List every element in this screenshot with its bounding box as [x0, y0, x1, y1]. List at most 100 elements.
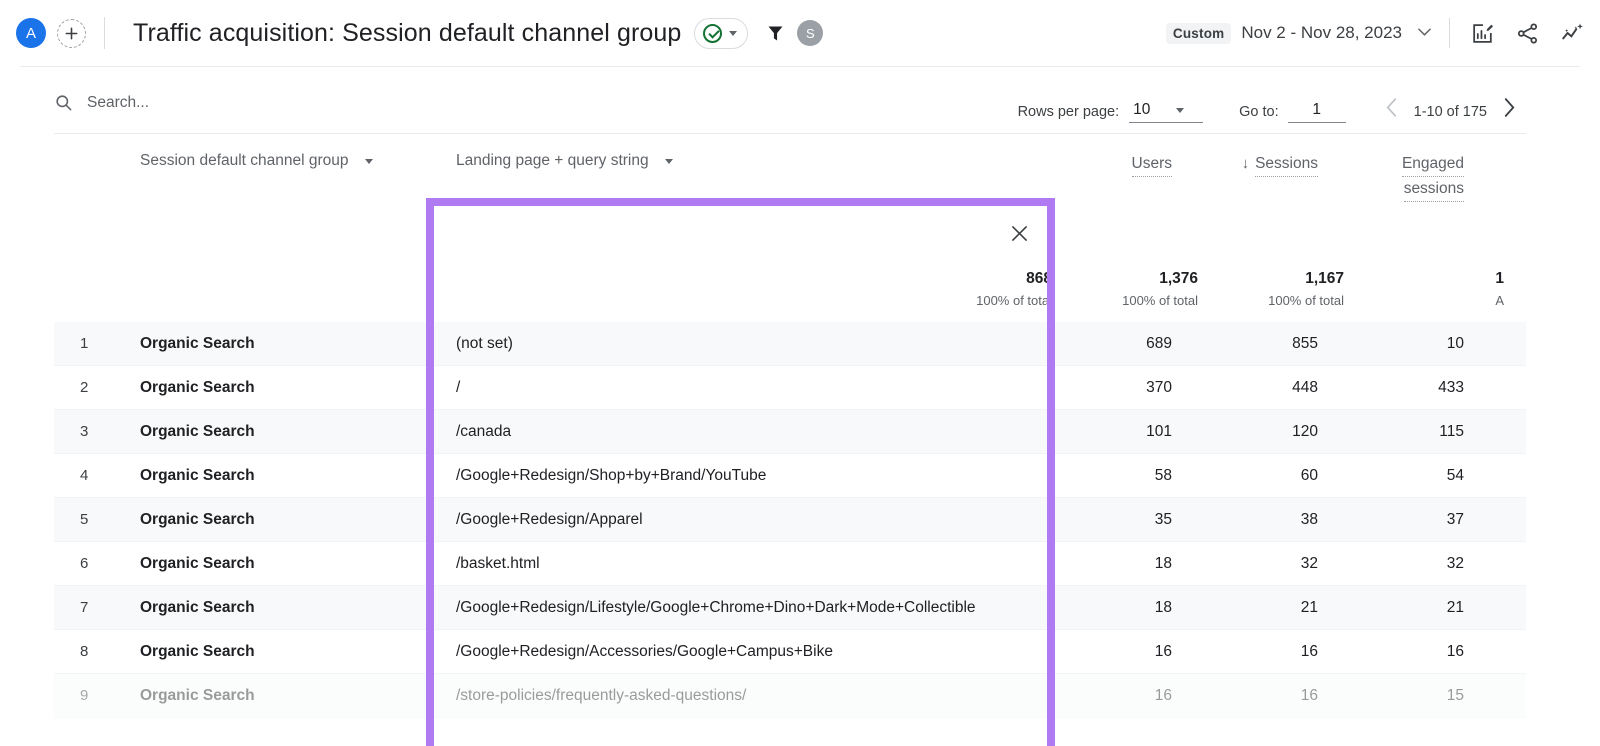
- previous-page-button[interactable]: [1376, 91, 1408, 123]
- cell-engaged-sessions: 10: [1446, 334, 1464, 352]
- total-value: 868: [1026, 270, 1052, 287]
- sort-descending-icon: ↓: [1241, 155, 1250, 172]
- report-content: Search... Rows per page: 10 Go to: 1 1-1…: [20, 66, 1580, 746]
- check-circle-icon: [703, 23, 723, 43]
- cell-users: 370: [1146, 378, 1172, 396]
- table-header-row: Session default channel group Landing pa…: [54, 134, 1526, 322]
- cell-users: 18: [1154, 554, 1172, 572]
- table-row[interactable]: 5 Organic Search/Google+Redesign/Apparel 3…: [54, 498, 1526, 542]
- cell-channel-group: Organic Search: [140, 598, 255, 616]
- cell-users: 35: [1154, 510, 1172, 528]
- page-range-label: 1-10 of 175: [1413, 104, 1487, 120]
- cell-landing-page: /: [456, 378, 461, 396]
- header-divider: [104, 17, 105, 49]
- date-range-label[interactable]: Nov 2 - Nov 28, 2023: [1241, 23, 1402, 43]
- search-icon: [56, 95, 72, 111]
- total-subtext: 100% of total: [976, 293, 1052, 308]
- cell-avg-engagement-time: 1: [1486, 467, 1526, 485]
- share-icon[interactable]: [1515, 21, 1540, 46]
- go-to-label: Go to:: [1239, 104, 1279, 120]
- total-subtext: A: [1495, 293, 1504, 308]
- table-row[interactable]: 2 Organic Search / 370 448 433 1: [54, 366, 1526, 410]
- cell-engaged-sessions: 115: [1439, 422, 1464, 440]
- total-value: 1,167: [1305, 270, 1344, 287]
- rows-per-page-value: 10: [1133, 101, 1151, 118]
- cell-landing-page: /Google+Redesign/Apparel: [456, 510, 643, 528]
- cell-engaged-sessions: 21: [1446, 598, 1464, 616]
- page-title: Traffic acquisition: Session default cha…: [133, 18, 682, 47]
- cell-avg-engagement-time: 1: [1486, 379, 1526, 397]
- total-engaged-sessions: 1,167 100% of total: [1220, 270, 1366, 308]
- cell-channel-group: Organic Search: [140, 510, 255, 528]
- validation-status-button[interactable]: [694, 17, 749, 49]
- rows-per-page-select[interactable]: 10: [1129, 101, 1204, 123]
- row-index: 8: [80, 643, 89, 660]
- add-comparison-button[interactable]: [57, 18, 86, 48]
- cell-engaged-sessions: 16: [1446, 642, 1464, 660]
- segment-avatar[interactable]: S: [797, 20, 824, 46]
- total-sessions: 1,376 100% of total: [1074, 270, 1220, 308]
- date-range-chevron-down-icon[interactable]: [1418, 24, 1431, 42]
- column-label: Sessions: [1255, 152, 1318, 177]
- total-value: 1,376: [1159, 270, 1198, 287]
- cell-channel-group: Organic Search: [140, 334, 255, 352]
- row-index: 2: [80, 379, 89, 396]
- table-row[interactable]: 8 Organic Search/Google+Redesign/Accessor…: [54, 630, 1526, 674]
- edit-chart-icon[interactable]: [1470, 21, 1495, 46]
- table-row[interactable]: 9 Organic Search/store-policies/frequentl…: [54, 674, 1526, 718]
- cell-users: 18: [1154, 598, 1172, 616]
- cell-sessions: 855: [1292, 334, 1318, 352]
- totals-row: 868 100% of total 1,376 100% of total 1,…: [54, 270, 1526, 308]
- cell-users: 58: [1154, 466, 1172, 484]
- cell-engaged-sessions: 32: [1446, 554, 1464, 572]
- insights-sparkle-icon[interactable]: [1560, 20, 1586, 46]
- filter-funnel-icon[interactable]: [765, 23, 786, 44]
- cell-sessions: 16: [1300, 642, 1318, 660]
- cell-channel-group: Organic Search: [140, 466, 255, 484]
- row-index: 9: [80, 687, 89, 704]
- close-icon: [1012, 226, 1027, 241]
- cell-landing-page: /Google+Redesign/Shop+by+Brand/YouTube: [456, 466, 767, 484]
- table-row[interactable]: 4 Organic Search/Google+Redesign/Shop+by+…: [54, 454, 1526, 498]
- cell-landing-page: /store-policies/frequently-asked-questio…: [456, 686, 747, 704]
- chevron-down-icon: [729, 30, 738, 36]
- cell-avg-engagement-time: 1: [1486, 511, 1526, 529]
- cell-landing-page: /Google+Redesign/Accessories/Google+Camp…: [456, 642, 833, 660]
- table-row[interactable]: 1 Organic Search (not set) 689 855 10: [54, 322, 1526, 366]
- date-preset-chip[interactable]: Custom: [1165, 22, 1232, 44]
- data-table: Session default channel group Landing pa…: [54, 133, 1526, 746]
- cell-users: 689: [1146, 334, 1172, 352]
- remove-secondary-dimension-button[interactable]: [1011, 225, 1028, 245]
- search-placeholder: Search...: [87, 93, 150, 111]
- cell-sessions: 448: [1292, 378, 1318, 396]
- chevron-right-icon: [1504, 97, 1514, 117]
- cell-avg-engagement-time: 1: [1486, 423, 1526, 441]
- total-average-engagement-time: 1 A: [1366, 270, 1526, 308]
- cell-sessions: 21: [1300, 598, 1318, 616]
- cell-sessions: 32: [1300, 554, 1318, 572]
- go-to-page-input[interactable]: 1: [1287, 101, 1346, 123]
- table-row[interactable]: 3 Organic Search/canada 101 120 115 1: [54, 410, 1526, 454]
- table-body: 1 Organic Search (not set) 689 855 10 2 Organic…: [54, 322, 1526, 718]
- column-label-line2: sessions: [1403, 177, 1464, 202]
- cell-landing-page: /canada: [456, 422, 512, 440]
- total-subtext: 100% of total: [1268, 293, 1344, 308]
- cell-engaged-sessions: 54: [1446, 466, 1464, 484]
- chevron-left-icon: [1386, 97, 1397, 117]
- table-row[interactable]: 6 Organic Search/basket.html 18 32 32: [54, 542, 1526, 586]
- toolbar-divider: [1449, 18, 1450, 48]
- cell-landing-page: (not set): [456, 334, 513, 352]
- chevron-down-icon: [1176, 107, 1185, 113]
- account-avatar[interactable]: A: [16, 18, 46, 48]
- column-label-line1: Engaged: [1401, 152, 1464, 177]
- search-input[interactable]: Search...: [54, 93, 149, 112]
- cell-sessions: 16: [1300, 686, 1318, 704]
- column-label: Landing page + query string: [456, 152, 649, 169]
- row-index: 7: [80, 599, 89, 616]
- cell-sessions: 60: [1300, 466, 1318, 484]
- chevron-down-icon: [664, 159, 673, 164]
- table-row[interactable]: 7 Organic Search/Google+Redesign/Lifestyl…: [54, 586, 1526, 630]
- cell-channel-group: Organic Search: [140, 642, 255, 660]
- app-bar-right: Custom Nov 2 - Nov 28, 2023: [1165, 0, 1586, 66]
- next-page-button[interactable]: [1493, 91, 1525, 123]
